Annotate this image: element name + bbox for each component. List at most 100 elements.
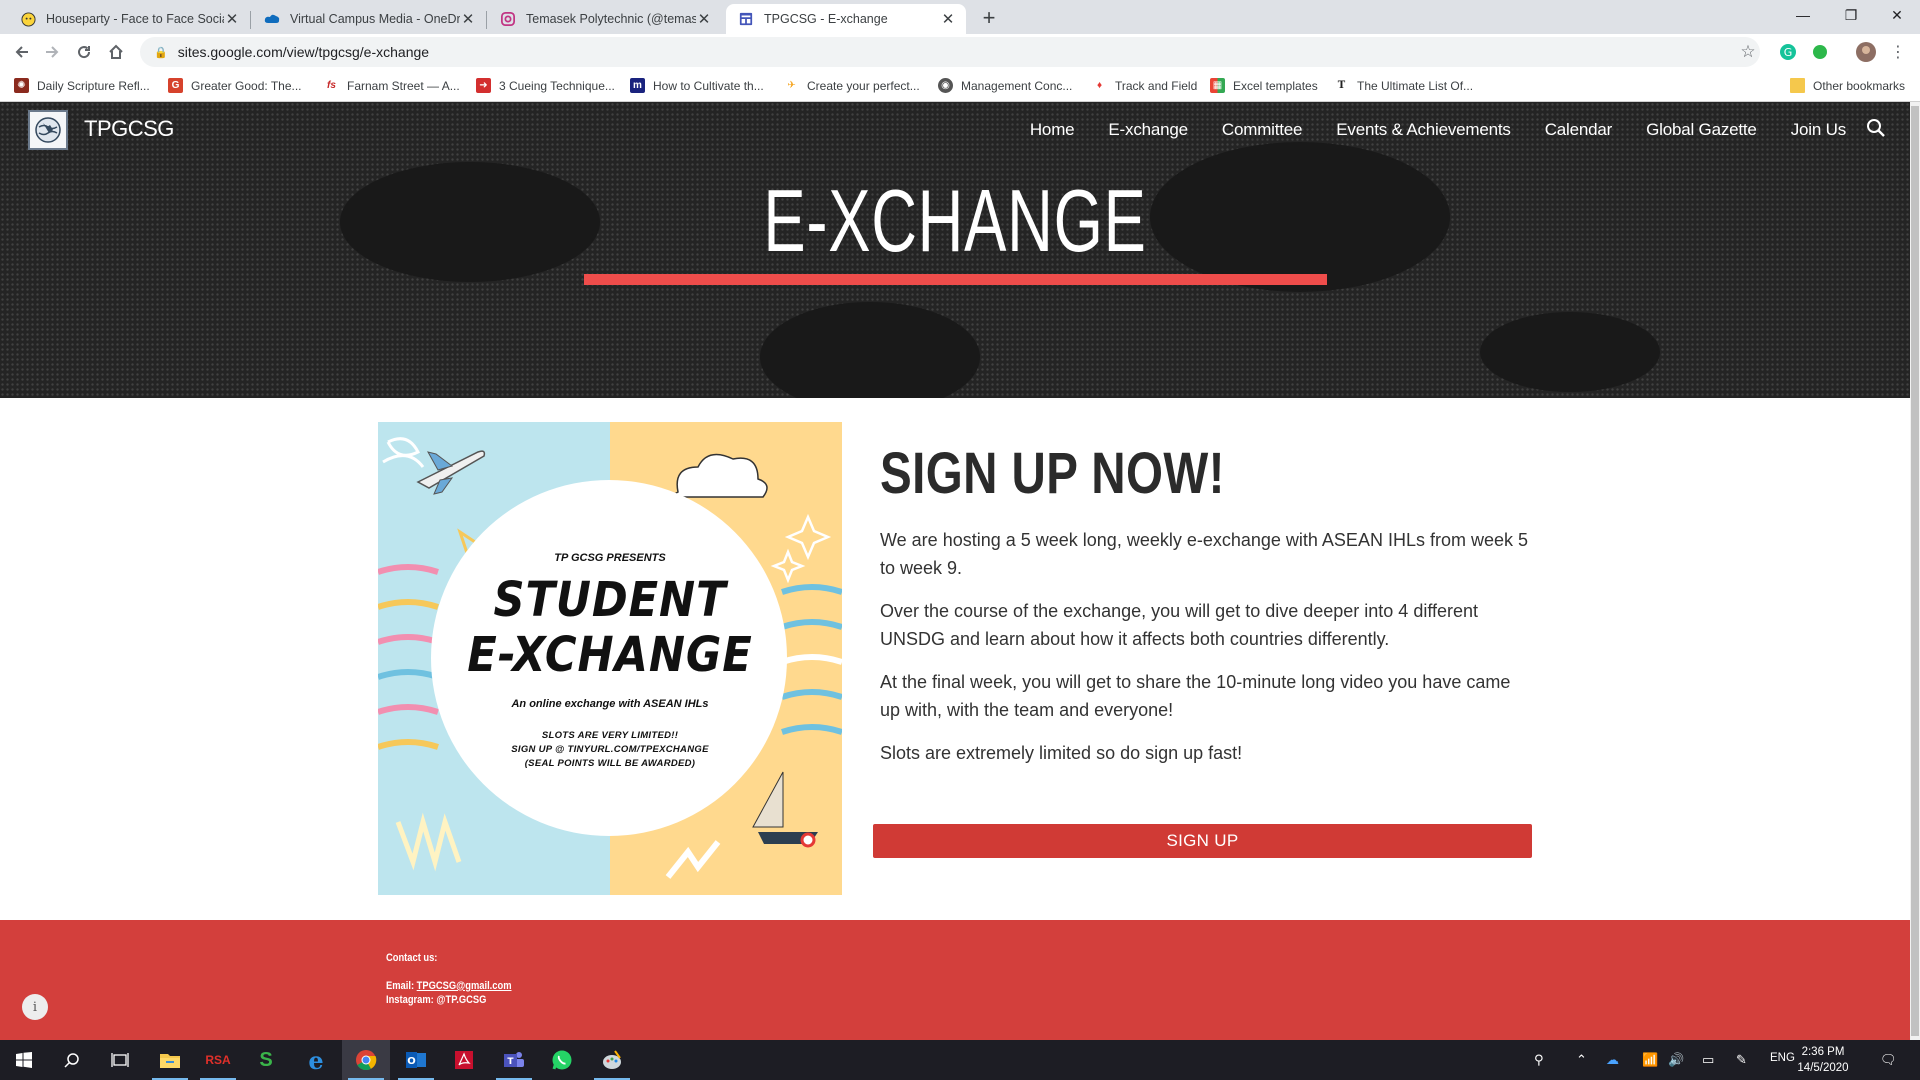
tab-tpgcsg-exchange[interactable]: TPGCSG - E-xchange ✕ bbox=[726, 4, 966, 34]
bookmark-item[interactable]: T The Ultimate List Of... bbox=[1334, 78, 1473, 93]
map-shape bbox=[1480, 312, 1660, 392]
rsa-icon: RSA bbox=[205, 1053, 231, 1067]
star-icon: ☆ bbox=[1740, 42, 1756, 61]
back-button[interactable] bbox=[10, 40, 34, 64]
bookmark-item[interactable]: m How to Cultivate th... bbox=[630, 78, 764, 93]
battery-icon[interactable]: ▭ bbox=[1702, 1052, 1714, 1068]
bookmark-item[interactable]: ✈ Create your perfect... bbox=[784, 78, 920, 93]
bookmark-label: Create your perfect... bbox=[807, 78, 920, 93]
tab-instagram[interactable]: Temasek Polytechnic (@temasekp ✕ bbox=[488, 4, 722, 34]
site-logo[interactable] bbox=[28, 110, 68, 150]
nav-global-gazette[interactable]: Global Gazette bbox=[1646, 120, 1757, 140]
nav-home[interactable]: Home bbox=[1030, 120, 1075, 140]
search-icon bbox=[64, 1053, 79, 1068]
tab-title: Houseparty - Face to Face Social bbox=[46, 12, 224, 26]
search-icon bbox=[1867, 119, 1885, 137]
onedrive-tray-icon[interactable]: ☁ bbox=[1606, 1052, 1619, 1068]
bookmark-item[interactable]: ♦ Track and Field bbox=[1092, 78, 1197, 93]
grammarly-extension[interactable]: G bbox=[1776, 40, 1800, 64]
taskbar-paint[interactable] bbox=[588, 1040, 636, 1080]
sailboat-icon bbox=[752, 771, 818, 848]
task-view-button[interactable] bbox=[96, 1040, 144, 1080]
bookmark-favicon-icon: T bbox=[1337, 80, 1346, 91]
home-icon bbox=[109, 44, 123, 59]
bookmark-star-button[interactable]: ☆ bbox=[1736, 40, 1760, 64]
site-search-button[interactable] bbox=[1866, 118, 1888, 140]
taskbar-file-explorer[interactable] bbox=[146, 1040, 194, 1080]
other-bookmarks-label: Other bookmarks bbox=[1813, 78, 1906, 93]
forward-button[interactable] bbox=[40, 40, 64, 64]
tab-title: Virtual Campus Media - OneDrive bbox=[290, 12, 460, 26]
clock[interactable]: 2:36 PM 14/5/2020 bbox=[1790, 1044, 1856, 1076]
tab-separator bbox=[486, 11, 487, 29]
show-hidden-icons-chevron-icon[interactable]: ⌃ bbox=[1576, 1052, 1587, 1068]
tab-onedrive[interactable]: Virtual Campus Media - OneDrive ✕ bbox=[252, 4, 486, 34]
poster-line1: SLOTS ARE VERY LIMITED!! bbox=[541, 730, 679, 741]
taskbar-edge[interactable]: e bbox=[292, 1040, 340, 1080]
taskbar-s-app[interactable]: S bbox=[242, 1040, 290, 1080]
tab-separator bbox=[250, 11, 251, 29]
contact-email: Email: TPGCSG@gmail.com bbox=[386, 980, 512, 992]
tab-strip: Houseparty - Face to Face Social ✕ Virtu… bbox=[0, 0, 1920, 34]
close-tab-icon[interactable]: ✕ bbox=[940, 10, 956, 28]
bookmark-item[interactable]: ▦ Excel templates bbox=[1210, 78, 1318, 93]
extension-button[interactable] bbox=[1808, 40, 1832, 64]
bookmark-item[interactable]: ➜ 3 Cueing Technique... bbox=[476, 78, 615, 93]
poster-title-line2: E-XCHANGE bbox=[467, 627, 753, 683]
nav-calendar[interactable]: Calendar bbox=[1545, 120, 1613, 140]
bookmark-item[interactable]: G Greater Good: The... bbox=[168, 78, 302, 93]
pen-icon[interactable]: ✎ bbox=[1736, 1052, 1747, 1068]
globe-logo-icon bbox=[35, 117, 61, 143]
nav-events-achievements[interactable]: Events & Achievements bbox=[1336, 120, 1511, 140]
taskbar-search-button[interactable] bbox=[48, 1040, 96, 1080]
volume-icon[interactable]: 🔊 bbox=[1668, 1052, 1684, 1068]
nav-join-us[interactable]: Join Us bbox=[1791, 120, 1846, 140]
site-info-button[interactable]: i bbox=[22, 994, 48, 1020]
tab-houseparty[interactable]: Houseparty - Face to Face Social ✕ bbox=[8, 4, 250, 34]
main-content: TP GCSG PRESENTS STUDENT E-XCHANGE An on… bbox=[0, 398, 1910, 920]
address-bar[interactable]: 🔒 sites.google.com/view/tpgcsg/e-xchange bbox=[140, 37, 1760, 67]
grammarly-icon: G bbox=[1780, 44, 1796, 60]
file-explorer-icon bbox=[160, 1054, 180, 1068]
new-tab-button[interactable]: + bbox=[976, 6, 1002, 32]
network-icon[interactable]: 📶 bbox=[1642, 1052, 1658, 1068]
scrollbar-thumb[interactable] bbox=[1911, 106, 1919, 1036]
people-icon[interactable]: ⚲ bbox=[1534, 1052, 1544, 1068]
nav-e-xchange[interactable]: E-xchange bbox=[1108, 120, 1188, 140]
close-tab-icon[interactable]: ✕ bbox=[460, 10, 476, 28]
chrome-menu-button[interactable]: ⋮ bbox=[1886, 40, 1910, 64]
home-button[interactable] bbox=[104, 40, 128, 64]
bookmark-label: Excel templates bbox=[1233, 78, 1318, 93]
taskbar-whatsapp[interactable] bbox=[538, 1040, 586, 1080]
bookmark-item[interactable]: ◉ Management Conc... bbox=[938, 78, 1072, 93]
taskbar-rsa[interactable]: RSA bbox=[194, 1040, 242, 1080]
site-name[interactable]: TPGCSG bbox=[84, 116, 174, 142]
page-title: E-XCHANGE bbox=[763, 171, 1147, 270]
page-scrollbar[interactable] bbox=[1910, 102, 1920, 1040]
sign-up-button[interactable]: SIGN UP bbox=[873, 824, 1532, 858]
taskbar-outlook[interactable]: O bbox=[392, 1040, 440, 1080]
taskbar-teams[interactable]: T bbox=[490, 1040, 538, 1080]
taskbar-chrome[interactable] bbox=[342, 1040, 390, 1080]
bookmark-item[interactable]: ✺ Daily Scripture Refl... bbox=[14, 78, 150, 93]
nav-committee[interactable]: Committee bbox=[1222, 120, 1303, 140]
reload-button[interactable] bbox=[72, 40, 96, 64]
bookmark-item[interactable]: fs Farnam Street — A... bbox=[324, 78, 460, 93]
tab-title: TPGCSG - E-xchange bbox=[764, 12, 888, 26]
start-button[interactable] bbox=[0, 1040, 48, 1080]
lock-icon: 🔒 bbox=[154, 46, 168, 59]
profile-avatar[interactable] bbox=[1854, 40, 1878, 64]
close-window-button[interactable]: ✕ bbox=[1874, 0, 1920, 30]
bookmark-label: Farnam Street — A... bbox=[347, 78, 460, 93]
site-nav: Home E-xchange Committee Events & Achiev… bbox=[996, 120, 1846, 140]
close-tab-icon[interactable]: ✕ bbox=[696, 10, 712, 28]
restore-button[interactable]: ❐ bbox=[1828, 0, 1874, 30]
email-link[interactable]: TPGCSG@gmail.com bbox=[417, 980, 512, 992]
svg-text:G: G bbox=[1784, 46, 1793, 59]
close-tab-icon[interactable]: ✕ bbox=[224, 10, 240, 28]
taskbar-acrobat[interactable] bbox=[440, 1040, 488, 1080]
svg-text:O: O bbox=[407, 1056, 416, 1067]
minimize-button[interactable]: — bbox=[1780, 0, 1826, 30]
other-bookmarks[interactable]: Other bookmarks bbox=[1790, 78, 1905, 93]
action-center-icon[interactable]: 🗨 bbox=[1880, 1052, 1897, 1068]
